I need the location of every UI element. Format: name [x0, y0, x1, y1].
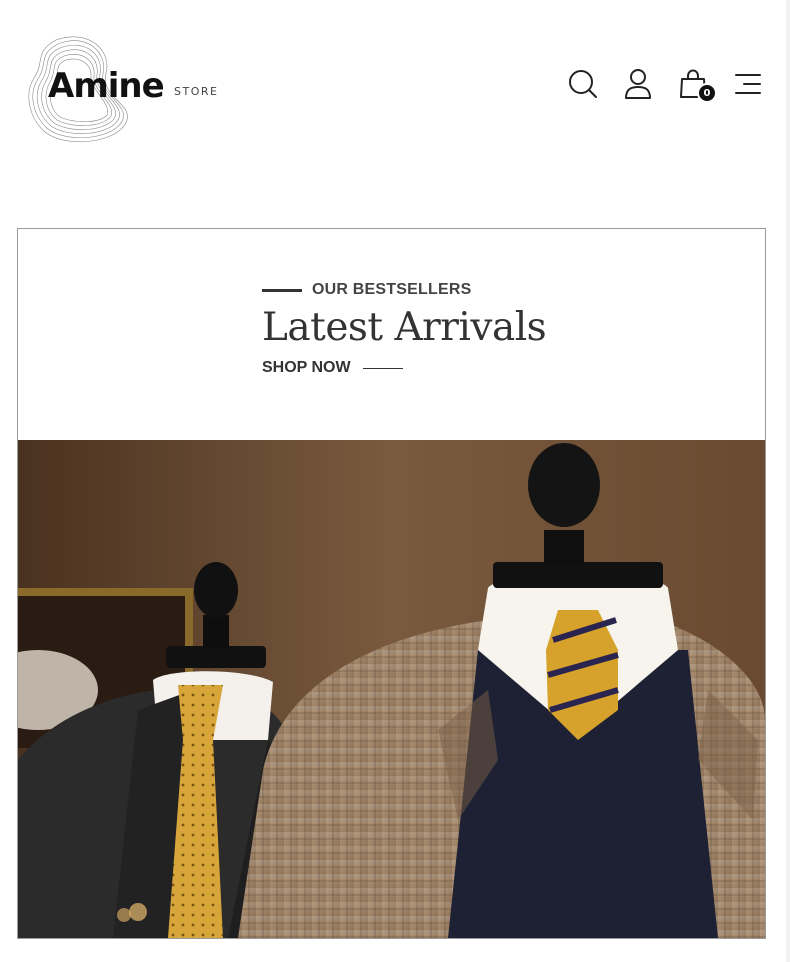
site-header: Amine STORE 0	[0, 0, 790, 170]
bestsellers-promo-card[interactable]: OUR BESTSELLERS Latest Arrivals SHOP NOW	[17, 228, 766, 939]
menu-button[interactable]	[728, 64, 768, 104]
eyebrow-label: OUR BESTSELLERS	[312, 281, 472, 298]
logo-wordmark: Amine	[48, 66, 165, 106]
search-icon	[569, 70, 597, 98]
page-scrollbar[interactable]	[786, 0, 790, 962]
logo-suffix: STORE	[174, 85, 219, 98]
promo-text-block: OUR BESTSELLERS Latest Arrivals SHOP NOW	[262, 281, 547, 377]
cart-button[interactable]: 0	[673, 64, 717, 104]
promo-title: Latest Arrivals	[262, 305, 547, 350]
shop-now-rule	[362, 367, 403, 369]
menu-icon	[735, 74, 761, 94]
eyebrow-rule	[262, 288, 302, 292]
cart-count-badge: 0	[697, 83, 717, 103]
user-icon	[625, 69, 651, 99]
search-button[interactable]	[563, 64, 603, 104]
promo-eyebrow: OUR BESTSELLERS	[262, 281, 546, 299]
shop-now-label: SHOP NOW	[262, 359, 351, 376]
header-actions: 0	[548, 64, 768, 104]
account-button[interactable]	[618, 64, 658, 104]
mannequin-suits-photo[interactable]	[18, 440, 765, 938]
store-logo[interactable]: Amine STORE	[28, 34, 228, 144]
shop-now-link[interactable]: SHOP NOW	[262, 359, 546, 377]
